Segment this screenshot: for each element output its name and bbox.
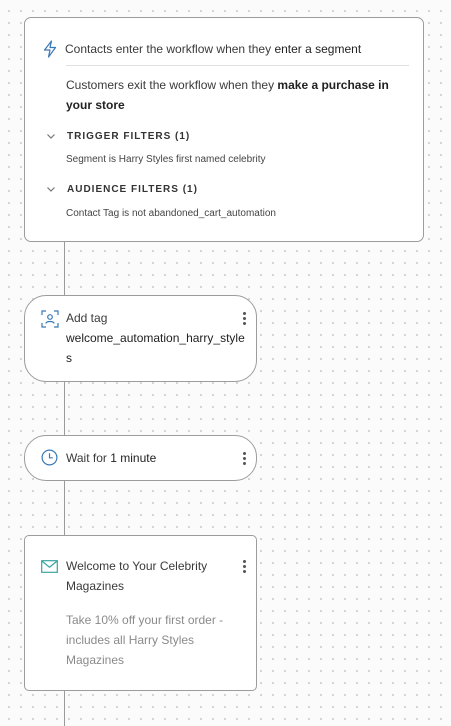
tag-value: welcome_automation_harry_styles: [66, 331, 245, 365]
connector-tag-to-wait: [64, 382, 65, 435]
email-step[interactable]: Welcome to Your Celebrity Magazines Take…: [24, 535, 257, 691]
wait-text: Wait for 1 minute: [66, 451, 157, 465]
email-subject: Welcome to Your Celebrity Magazines: [66, 559, 208, 593]
chevron-down-icon: [45, 183, 57, 195]
entry-row: Contacts enter the workflow when they en…: [42, 40, 361, 58]
add-tag-step[interactable]: Add tag welcome_automation_harry_styles: [24, 295, 257, 382]
audience-filters-detail: Contact Tag is not abandoned_cart_automa…: [66, 208, 276, 219]
trigger-filters-detail: Segment is Harry Styles first named cele…: [66, 154, 266, 165]
trigger-filters-toggle[interactable]: TRIGGER FILTERS (1): [45, 130, 190, 142]
more-options-icon[interactable]: [243, 452, 247, 465]
more-options-icon[interactable]: [243, 560, 247, 573]
connector-wait-to-email: [64, 481, 65, 535]
wait-duration: 1 minute: [110, 451, 157, 465]
more-options-icon[interactable]: [243, 312, 247, 325]
chevron-down-icon: [45, 130, 57, 142]
lightning-icon: [42, 40, 58, 58]
add-tag-content: Add tag welcome_automation_harry_styles: [66, 308, 246, 368]
tag-person-icon: [41, 310, 59, 333]
audience-filters-toggle[interactable]: AUDIENCE FILTERS (1): [45, 183, 198, 195]
trigger-filters-title: TRIGGER FILTERS (1): [67, 130, 191, 142]
wait-step[interactable]: Wait for 1 minute: [24, 435, 257, 481]
add-tag-label: Add tag: [66, 311, 108, 325]
exit-condition-text: Customers exit the workflow when they ma…: [66, 78, 389, 112]
divider: [66, 65, 409, 66]
email-preview: Take 10% off your first order - includes…: [66, 613, 224, 667]
entry-condition-text: Contacts enter the workflow when they en…: [65, 42, 362, 56]
trigger-card[interactable]: Contacts enter the workflow when they en…: [24, 17, 424, 242]
audience-filters-title: AUDIENCE FILTERS (1): [67, 183, 198, 195]
connector-email-to-next: [64, 691, 65, 726]
envelope-icon: [41, 560, 58, 578]
entry-condition: enter a segment: [274, 42, 362, 56]
connector-trigger-to-tag: [64, 242, 65, 295]
clock-icon: [41, 449, 58, 471]
